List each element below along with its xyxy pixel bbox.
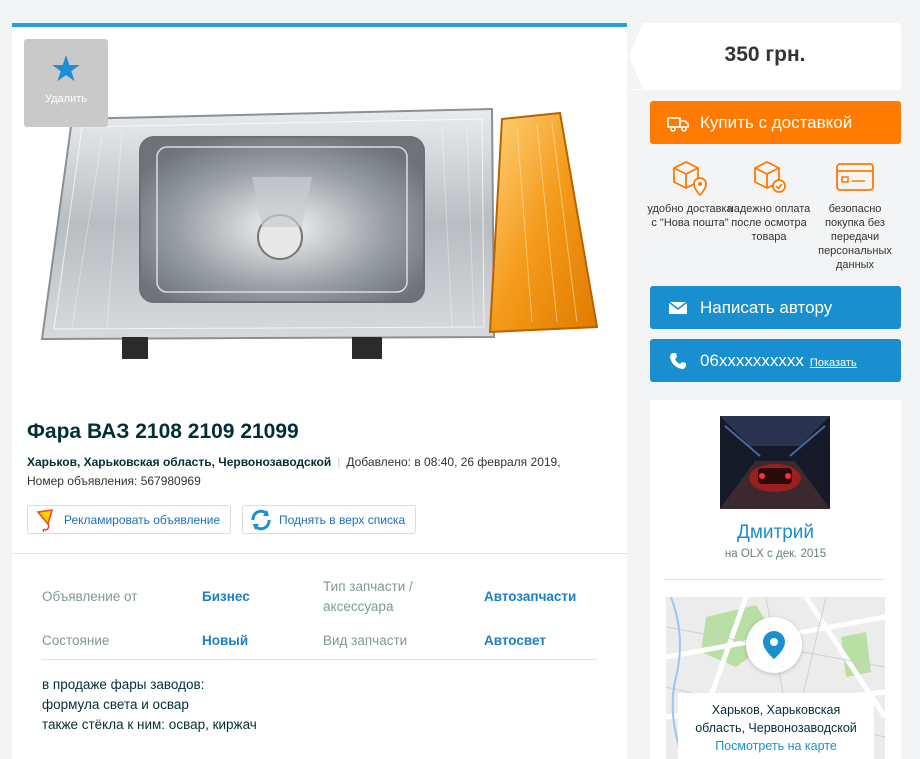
- truck-icon: [667, 116, 689, 132]
- price: 350 грн.: [724, 43, 806, 66]
- params-row: Объявление от Бизнес Тип запчасти / аксе…: [42, 575, 597, 621]
- feature-text: безопасно покупка без передачи персональ…: [818, 203, 892, 271]
- params-table: Объявление от Бизнес Тип запчасти / аксе…: [42, 575, 597, 667]
- bump-label: Поднять в верх списка: [279, 512, 406, 527]
- feature-delivery: удобно доставка с "Нова пошта": [646, 158, 734, 230]
- listing-added: Добавлено: в 08:40, 26 февраля 2019,: [346, 455, 561, 469]
- map-location-text: Харьков, Харьковская: [711, 703, 841, 717]
- description-line: формула света и освар: [42, 697, 189, 712]
- listing-location[interactable]: Харьков, Харьковская область, Червонозав…: [27, 455, 331, 469]
- listing-title: Фара ВАЗ 2108 2109 21099: [27, 420, 299, 443]
- map-pin: [746, 617, 802, 673]
- favorite-label: Удалить: [45, 93, 87, 105]
- avatar[interactable]: [720, 416, 830, 509]
- promote-label: Рекламировать объявление: [64, 512, 221, 527]
- feature-safe-payment: надежно оплата после осмотра товара: [725, 158, 813, 244]
- avatar-image: [720, 416, 830, 509]
- listing-card: ★ Удалить Фара ВАЗ 2108 2109 21099 Харьк…: [12, 23, 627, 759]
- seller-card: Дмитрий на OLX с дек. 2015 Харьков, Харь…: [650, 400, 901, 759]
- listing-description: в продаже фары заводов: формула света и …: [42, 675, 257, 735]
- box-check-icon: [754, 160, 786, 193]
- buy-with-delivery-button[interactable]: Купить с доставкой: [650, 101, 901, 144]
- price-box: 350 грн.: [629, 23, 901, 90]
- seller-name[interactable]: Дмитрий: [650, 522, 901, 544]
- show-phone-link[interactable]: Показать: [810, 357, 857, 369]
- description-line: также стёкла к ним: освар, киржач: [42, 717, 257, 732]
- write-label: Написать автору: [700, 297, 833, 317]
- seller-since: на OLX с дек. 2015: [724, 548, 827, 560]
- divider: [664, 579, 885, 580]
- star-icon: ★: [49, 48, 83, 89]
- card-icon: [836, 163, 874, 191]
- param-key: Тип запчасти / аксессуара: [323, 579, 413, 614]
- param-value[interactable]: Новый: [202, 631, 248, 651]
- param-key: Состояние: [42, 633, 110, 648]
- kite-icon: [36, 508, 54, 532]
- param-key: Объявление от: [42, 589, 138, 604]
- param-value[interactable]: Автозапчасти: [484, 587, 576, 607]
- feature-secure-purchase: безопасно покупка без передачи персональ…: [811, 158, 899, 272]
- envelope-icon: [668, 300, 688, 314]
- write-author-button[interactable]: Написать автору: [650, 286, 901, 329]
- description-line: в продаже фары заводов:: [42, 677, 205, 692]
- refresh-icon: [251, 509, 271, 530]
- params-row: Состояние Новый Вид запчасти Автосвет: [42, 621, 597, 667]
- param-value[interactable]: Бизнес: [202, 587, 250, 607]
- feature-text: удобно доставка с "Нова пошта": [647, 203, 733, 229]
- phone-icon: [670, 352, 686, 369]
- phone-number: 06xxxxxxxxxx: [700, 350, 804, 370]
- buy-label: Купить с доставкой: [700, 112, 853, 132]
- map-location-info: Харьков, Харьковская область, Червонозав…: [678, 693, 874, 759]
- location-map[interactable]: Харьков, Харьковская область, Червонозав…: [666, 597, 885, 759]
- listing-number: Номер объявления: 567980969: [27, 474, 201, 488]
- promote-button[interactable]: Рекламировать объявление: [27, 505, 232, 534]
- param-value[interactable]: Автосвет: [484, 631, 546, 651]
- divider: [12, 553, 627, 554]
- meta-separator: |: [337, 455, 341, 469]
- phone-button[interactable]: 06xxxxxxxxxx Показать: [650, 339, 901, 382]
- params-divider: [42, 659, 597, 660]
- param-key: Вид запчасти: [323, 633, 408, 648]
- view-on-map-link[interactable]: Посмотреть на карте: [678, 737, 874, 755]
- feature-text: надежно оплата после осмотра товара: [727, 203, 811, 243]
- listing-meta: Харьков, Харьковская область, Червонозав…: [27, 453, 607, 491]
- favorite-button[interactable]: ★ Удалить: [24, 39, 108, 127]
- location-pin-icon: [763, 631, 785, 659]
- box-pin-icon: [673, 160, 707, 197]
- bump-button[interactable]: Поднять в верх списка: [242, 505, 417, 534]
- map-location-text: область, Червонозаводской: [695, 721, 857, 735]
- listing-photo[interactable]: ★ Удалить: [12, 27, 627, 412]
